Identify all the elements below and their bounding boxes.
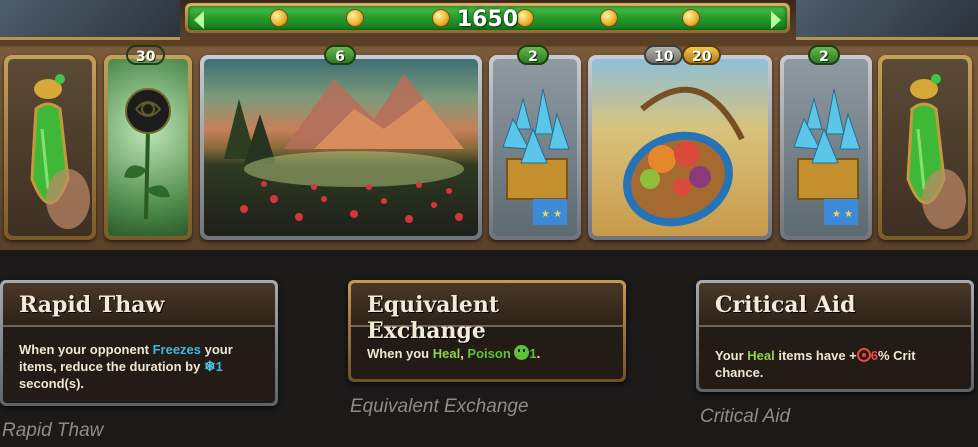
item-board: 1650 30 6 ★ ★ 2 10 20 ★ ★ 2 xyxy=(0,0,978,250)
keyword-heal: Heal xyxy=(432,346,461,361)
right-hud-panel xyxy=(796,0,978,40)
item-card-blue-crystal-box[interactable]: ★ ★ 2 xyxy=(489,45,581,240)
svg-text:★ ★: ★ ★ xyxy=(832,209,853,220)
gold-bar: 1650 xyxy=(185,3,790,33)
left-hud-panel xyxy=(0,0,180,40)
item-card-green-potion[interactable] xyxy=(4,55,96,240)
gold-amount: 1650 xyxy=(456,7,519,32)
value-number: 1 xyxy=(529,346,537,361)
potion-icon xyxy=(906,74,966,229)
keyword-heal: Heal xyxy=(747,348,775,363)
tooltip-title: Critical Aid xyxy=(715,292,856,318)
keyword-freeze: Freezes xyxy=(152,342,202,357)
tooltip-equivalent-exchange: Equivalent Exchange When you Heal, Poiso… xyxy=(348,280,626,382)
value-number: 1 xyxy=(215,359,223,374)
tooltip-description: Your Heal items have +6% Crit chance. xyxy=(715,348,916,380)
caption-rapid-thaw: Rapid Thaw xyxy=(2,420,104,441)
snowflake-icon: ❄ xyxy=(203,358,216,374)
svg-text:★ ★: ★ ★ xyxy=(541,209,562,220)
tooltip-critical-aid: Critical Aid Your Heal items have +6% Cr… xyxy=(696,280,974,392)
caption-critical-aid: Critical Aid xyxy=(700,406,791,427)
tooltip-description: When your opponent Freezes your items, r… xyxy=(19,342,233,391)
tooltip-title: Rapid Thaw xyxy=(19,292,165,318)
item-bonus-badge: 20 xyxy=(682,45,722,65)
value-number: 6 xyxy=(870,348,878,363)
item-value-badge: 2 xyxy=(808,45,840,65)
item-card-black-rose[interactable]: 30 xyxy=(104,45,192,240)
item-value-badge: 10 xyxy=(644,45,684,65)
item-value-badge: 2 xyxy=(517,45,549,65)
landscape-art xyxy=(224,74,464,223)
item-value-badge: 30 xyxy=(126,45,166,65)
skull-icon xyxy=(514,345,530,360)
item-card-blue-crystal-box-2[interactable]: ★ ★ 2 xyxy=(780,45,872,240)
item-card-green-potion-right[interactable] xyxy=(878,55,972,240)
keyword-poison: Poison xyxy=(467,346,511,361)
rose-icon xyxy=(124,88,171,220)
item-card-fruit-basket[interactable]: 10 20 xyxy=(588,45,772,240)
basket-icon xyxy=(623,86,745,227)
item-card-flower-field[interactable]: 6 xyxy=(200,45,482,240)
caption-equivalent-exchange: Equivalent Exchange xyxy=(350,396,529,417)
tooltip-rapid-thaw: Rapid Thaw When your opponent Freezes yo… xyxy=(0,280,278,406)
potion-icon xyxy=(30,74,90,229)
crystal-icon: ★ ★ xyxy=(502,88,570,225)
tooltip-title: Equivalent Exchange xyxy=(367,292,500,344)
tooltip-description: When you Heal, Poison 1. xyxy=(367,345,541,361)
item-value-badge: 6 xyxy=(324,45,356,65)
crystal-icon: ★ ★ xyxy=(793,88,861,225)
crit-icon xyxy=(856,348,871,362)
